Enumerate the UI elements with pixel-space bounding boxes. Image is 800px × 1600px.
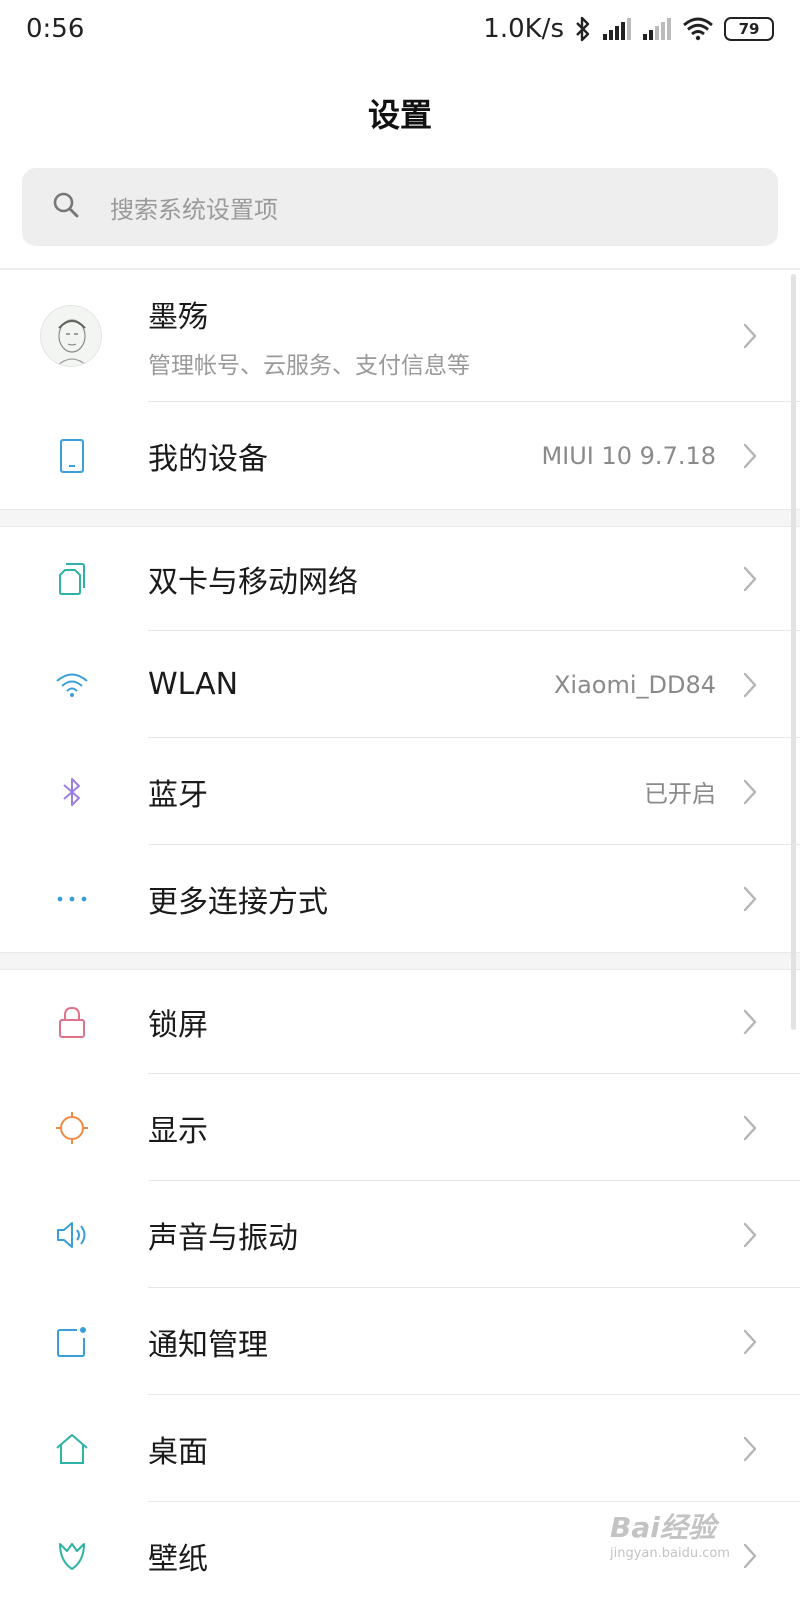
home-icon — [45, 1422, 99, 1476]
watermark-brand: Bai经验 — [610, 1511, 716, 1544]
status-time: 0:56 — [26, 14, 85, 44]
search-placeholder: 搜索系统设置项 — [110, 195, 278, 224]
battery-icon: 79 — [724, 17, 774, 41]
settings-item-label: 声音与振动 — [148, 1220, 298, 1256]
settings-item-label: 锁屏 — [148, 1008, 208, 1043]
chevron-right-icon — [740, 441, 760, 471]
account-subtitle: 管理帐号、云服务、支付信息等 — [148, 353, 470, 379]
chevron-right-icon — [740, 1220, 760, 1250]
settings-item-label: 桌面 — [148, 1434, 208, 1470]
sun-icon — [45, 1101, 99, 1155]
status-icons: 1.0K/s 79 — [483, 14, 774, 44]
chevron-right-icon — [740, 884, 760, 914]
chevron-right-icon — [740, 1113, 760, 1143]
chevron-right-icon — [740, 670, 760, 700]
settings-item-label: 蓝牙 — [148, 777, 208, 813]
settings-item-value: Xiaomi_DD84 — [553, 670, 716, 699]
settings-item-wlan[interactable]: WLAN Xiaomi_DD84 — [0, 631, 800, 738]
settings-item-label: 我的设备 — [148, 441, 268, 477]
settings-item-label: 显示 — [148, 1113, 208, 1149]
settings-item-notifications[interactable]: 通知管理 — [0, 1288, 800, 1395]
search-input[interactable]: 搜索系统设置项 — [22, 168, 778, 246]
signal-icon-2 — [642, 17, 672, 41]
signal-icon — [602, 17, 632, 41]
more-dots-icon — [45, 872, 99, 926]
chevron-right-icon — [740, 321, 760, 351]
bluetooth-icon — [574, 15, 592, 43]
settings-item-lock-screen[interactable]: 锁屏 — [0, 970, 800, 1074]
status-bar: 0:56 1.0K/s 79 — [0, 0, 800, 58]
wifi-icon — [682, 16, 714, 42]
account-name: 墨殇 — [148, 300, 208, 335]
chevron-right-icon — [740, 777, 760, 807]
settings-item-label: 通知管理 — [148, 1327, 268, 1363]
settings-item-sound[interactable]: 声音与振动 — [0, 1181, 800, 1288]
wifi-icon — [45, 658, 99, 712]
chevron-right-icon — [740, 1434, 760, 1464]
chevron-right-icon — [740, 564, 760, 594]
bluetooth-icon — [45, 765, 99, 819]
settings-list[interactable]: 墨殇 管理帐号、云服务、支付信息等 我的设备 MIUI 10 9.7.18 双卡… — [0, 270, 800, 1600]
chevron-right-icon — [740, 1327, 760, 1357]
settings-item-label: 双卡与移动网络 — [148, 565, 358, 600]
settings-item-dual-sim[interactable]: 双卡与移动网络 — [0, 527, 800, 631]
settings-item-bluetooth[interactable]: 蓝牙 已开启 — [0, 738, 800, 845]
settings-item-value: 已开启 — [644, 780, 716, 808]
settings-item-display[interactable]: 显示 — [0, 1074, 800, 1181]
speaker-icon — [45, 1208, 99, 1262]
settings-item-label: 更多连接方式 — [148, 884, 328, 920]
section-divider — [0, 509, 800, 527]
settings-item-value: MIUI 10 9.7.18 — [541, 441, 716, 470]
settings-item-home-screen[interactable]: 桌面 — [0, 1395, 800, 1502]
chevron-right-icon — [740, 1007, 760, 1037]
avatar — [40, 305, 102, 367]
sim-card-icon — [45, 552, 99, 606]
page-title: 设置 — [367, 96, 432, 134]
account-row[interactable]: 墨殇 管理帐号、云服务、支付信息等 — [0, 270, 800, 402]
watermark: Bai经验 jingyan.baidu.com — [610, 1506, 760, 1586]
network-speed: 1.0K/s — [483, 14, 564, 44]
notification-icon — [45, 1315, 99, 1369]
phone-icon — [45, 429, 99, 483]
battery-level: 79 — [738, 20, 760, 38]
search-icon — [52, 191, 80, 223]
section-divider — [0, 952, 800, 970]
wallpaper-icon — [45, 1529, 99, 1583]
watermark-url: jingyan.baidu.com — [610, 1546, 730, 1561]
settings-item-my-device[interactable]: 我的设备 MIUI 10 9.7.18 — [0, 402, 800, 509]
settings-item-more-connections[interactable]: 更多连接方式 — [0, 845, 800, 952]
lock-icon — [45, 995, 99, 1049]
settings-item-label: WLAN — [148, 667, 239, 702]
